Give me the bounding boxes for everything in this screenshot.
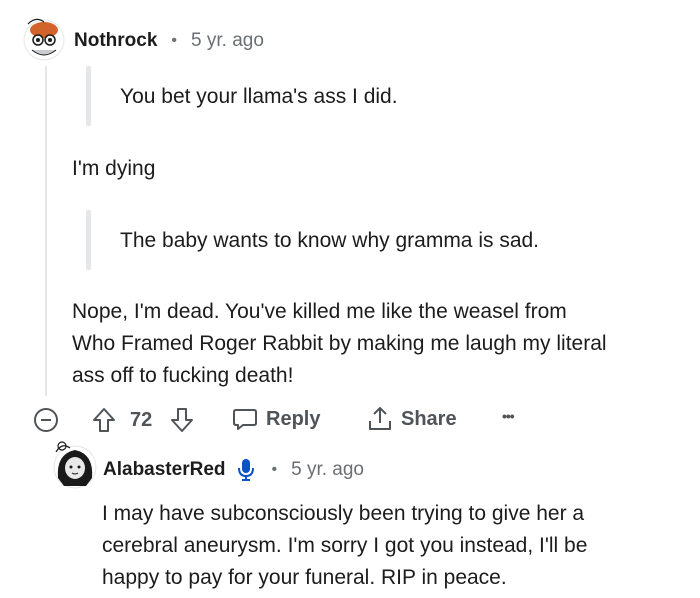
comment-text-line: Nope, I'm dead. You've killed me like th… — [72, 300, 567, 323]
speech-bubble-icon — [233, 409, 257, 430]
microphone-icon — [237, 459, 254, 481]
upvote-button[interactable] — [92, 406, 116, 434]
thread-line — [45, 66, 47, 396]
collapse-button[interactable] — [33, 407, 59, 433]
avatar-image — [53, 441, 97, 489]
comment-body: I may have subconsciously been trying to… — [102, 498, 587, 594]
reply-label: Reply — [266, 407, 321, 430]
quote-text: You bet your llama's ass I did. — [120, 85, 398, 108]
comment-text-line: I may have subconsciously been trying to… — [102, 502, 585, 525]
arrow-down-icon — [171, 408, 193, 432]
comment-header: AlabasterRed • 5 yr. ago — [103, 458, 364, 482]
downvote-button[interactable] — [170, 406, 194, 434]
avatar-image — [23, 18, 65, 61]
more-options-button[interactable]: ••• — [502, 408, 515, 424]
share-label: Share — [401, 407, 457, 430]
quote-bar — [86, 210, 91, 270]
arrow-up-icon — [93, 408, 115, 432]
comment-text-line: Who Framed Roger Rabbit by making me lau… — [72, 332, 607, 355]
share-button[interactable]: Share — [367, 405, 457, 433]
username[interactable]: AlabasterRed — [103, 459, 226, 481]
user-avatar[interactable] — [52, 440, 98, 490]
reply-button[interactable]: Reply — [232, 406, 320, 432]
minus-circle-icon — [34, 408, 58, 432]
quote-text: The baby wants to know why gramma is sad… — [120, 229, 540, 252]
separator-dot: • — [271, 461, 278, 478]
timestamp[interactable]: 5 yr. ago — [191, 30, 264, 52]
quote-bar — [86, 66, 91, 126]
timestamp[interactable]: 5 yr. ago — [291, 459, 364, 481]
comment-header: Nothrock • 5 yr. ago — [74, 30, 264, 52]
comment-text-line: happy to pay for your funeral. RIP in pe… — [102, 566, 507, 589]
share-icon — [369, 407, 391, 430]
user-avatar[interactable] — [22, 16, 66, 64]
comment-text: I'm dying — [72, 157, 156, 180]
separator-dot: • — [171, 32, 178, 49]
comment-body: Nope, I'm dead. You've killed me like th… — [72, 296, 607, 392]
comment-text-line: ass off to fucking death! — [72, 364, 294, 387]
vote-score: 72 — [130, 409, 153, 431]
username[interactable]: Nothrock — [74, 30, 157, 52]
comment-text-line: cerebral aneurysm. I'm sorry I got you i… — [102, 534, 588, 557]
